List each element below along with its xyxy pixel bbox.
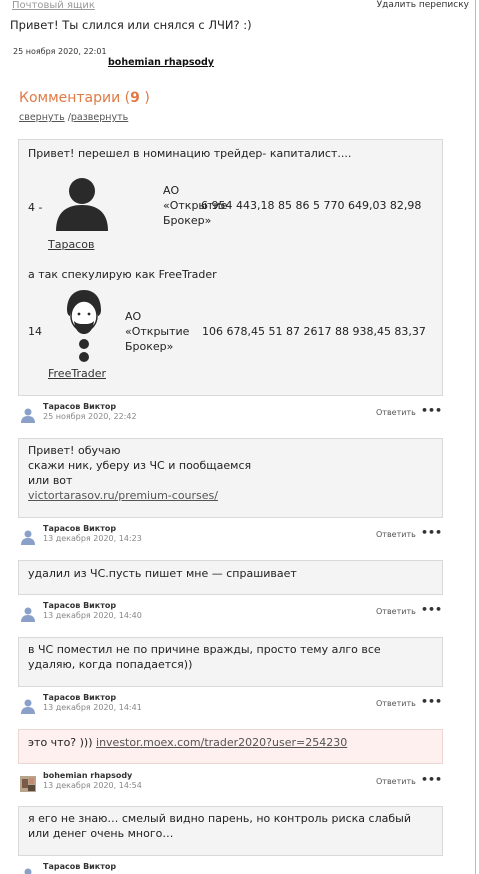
comment-date: 25 ноября 2020, 22:42 xyxy=(43,412,137,421)
comment-text: удаляю, когда попадается)) xyxy=(28,658,193,671)
comment-meta: bohemian rhapsody 13 декабря 2020, 14:54… xyxy=(18,771,443,797)
comment-meta: Тарасов Виктор 13 декабря 2020, 14:40 От… xyxy=(18,601,443,627)
comment-meta: Тарасов Виктор 25 ноября 2020, 22:42 Отв… xyxy=(18,402,443,428)
reply-button[interactable]: Ответить xyxy=(376,530,416,539)
more-options-icon[interactable]: ••• xyxy=(421,773,442,786)
comment-text: в ЧС поместил не по причине вражды, прос… xyxy=(28,643,381,656)
comment-body: Привет! перешел в номинацию трейдер- кап… xyxy=(18,139,443,396)
comment-text: или вот xyxy=(28,474,73,487)
comment-author-link[interactable]: Тарасов Виктор xyxy=(43,601,116,610)
comment-meta: Тарасов Виктор 13 декабря 2020, 14:41 От… xyxy=(18,693,443,719)
broker-line: АО xyxy=(163,184,180,197)
broker-line: Брокер» xyxy=(125,340,174,353)
trader-stats: 106 678,45 51 87 2617 88 938,45 83,37 xyxy=(202,325,426,338)
comment-body: я его не знаю… смелый видно парень, но к… xyxy=(18,806,443,856)
reply-button[interactable]: Ответить xyxy=(376,699,416,708)
default-avatar-icon xyxy=(56,178,108,231)
comment-link[interactable]: victortarasov.ru/premium-courses/ xyxy=(28,488,433,503)
comment-meta: Тарасов Виктор xyxy=(18,862,443,874)
more-options-icon[interactable]: ••• xyxy=(421,603,442,616)
user-avatar-icon xyxy=(21,607,35,622)
broker-line: Брокер» xyxy=(163,214,212,227)
rank-number: 14 xyxy=(28,325,42,338)
comments-title-label: Комментарии ( xyxy=(19,90,131,106)
more-options-icon[interactable]: ••• xyxy=(421,695,442,708)
comment-date: 13 декабря 2020, 14:54 xyxy=(43,781,142,790)
comment-meta: Тарасов Виктор 13 декабря 2020, 14:23 От… xyxy=(18,524,443,550)
comment-date: 13 декабря 2020, 14:40 xyxy=(43,611,142,620)
comment-body: это что? ))) investor.moex.com/trader202… xyxy=(18,729,443,764)
message-author-link[interactable]: bohemian rhapsody xyxy=(108,57,214,68)
user-photo-avatar xyxy=(20,776,36,792)
comment-text: а так спекулирую как FreeTrader xyxy=(28,268,217,281)
comment-text: я его не знаю… смелый видно парень, но к… xyxy=(28,812,411,825)
comment-text: Привет! перешел в номинацию трейдер- кап… xyxy=(28,147,352,160)
reply-button[interactable]: Ответить xyxy=(376,607,416,616)
collapse-expand-links: свернуть /развернуть xyxy=(19,112,128,123)
collapse-link[interactable]: свернуть xyxy=(19,112,65,123)
broker-line: «Открытие xyxy=(125,325,190,338)
comment-author-link[interactable]: Тарасов Виктор xyxy=(43,862,116,871)
comment-body: в ЧС поместил не по причине вражды, прос… xyxy=(18,637,443,687)
comment-author-link[interactable]: Тарасов Виктор xyxy=(43,524,116,533)
broker-line: АО xyxy=(125,310,142,323)
comment-text: Привет! обучаю xyxy=(28,444,121,457)
user-avatar-icon xyxy=(21,530,35,545)
reply-button[interactable]: Ответить xyxy=(376,777,416,786)
comments-title-end: ) xyxy=(139,90,150,106)
freetrader-avatar-icon xyxy=(67,290,101,362)
trader-stats: 6 954 443,18 85 86 5 770 649,03 82,98 xyxy=(201,199,422,212)
comment-text: скажи ник, уберу из ЧС и пообщаемся xyxy=(28,459,252,472)
comments-title: Комментарии (9 ) xyxy=(19,90,150,106)
delete-thread-link[interactable]: Удалить переписку xyxy=(377,0,469,10)
comment-author-link[interactable]: Тарасов Виктор xyxy=(43,402,116,411)
comment-author-link[interactable]: Тарасов Виктор xyxy=(43,693,116,702)
comment-text: удалил из ЧС.пусть пишет мне — спрашивае… xyxy=(28,567,297,580)
trader-name-link[interactable]: FreeTrader xyxy=(48,366,106,381)
expand-link[interactable]: развернуть xyxy=(71,112,128,123)
comment-date: 13 декабря 2020, 14:41 xyxy=(43,703,142,712)
broker-name: АО «Открытие Брокер» xyxy=(125,309,189,354)
comments-count: 9 xyxy=(130,90,140,106)
comment-link[interactable]: investor.moex.com/trader2020?user=254230 xyxy=(96,736,347,749)
comment-body: удалил из ЧС.пусть пишет мне — спрашивае… xyxy=(18,560,443,595)
comment-author-link[interactable]: bohemian rhapsody xyxy=(43,771,132,780)
reply-button[interactable]: Ответить xyxy=(376,408,416,417)
comment-text: или денег очень много… xyxy=(28,827,174,840)
trader-name-link[interactable]: Тарасов xyxy=(48,237,94,252)
message-text: Привет! Ты слился или снялся с ЛЧИ? :) xyxy=(10,18,252,32)
rank-number: 4 - xyxy=(28,201,43,214)
comment-body: Привет! обучаю скажи ник, уберу из ЧС и … xyxy=(18,438,443,518)
user-avatar-icon xyxy=(24,868,32,874)
mailbox-link[interactable]: Почтовый ящик xyxy=(12,0,95,11)
more-options-icon[interactable]: ••• xyxy=(421,526,442,539)
comment-text: это что? ))) xyxy=(28,736,97,749)
message-date: 25 ноября 2020, 22:01 xyxy=(13,47,107,56)
user-avatar-icon xyxy=(21,699,35,714)
comment-date: 13 декабря 2020, 14:23 xyxy=(43,534,142,543)
more-options-icon[interactable]: ••• xyxy=(421,404,442,417)
user-avatar-icon xyxy=(21,408,35,423)
